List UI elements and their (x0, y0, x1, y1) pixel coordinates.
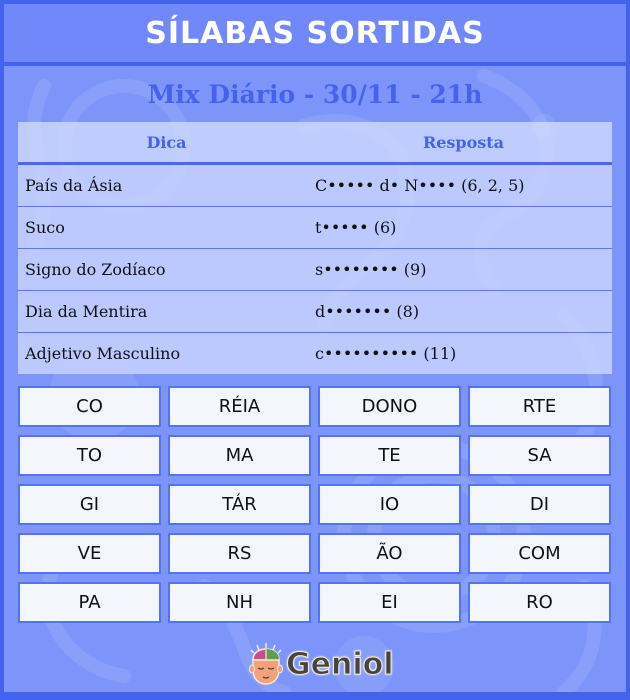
answer-cell: s•••••••• (9) (315, 260, 427, 279)
syllable-tile[interactable]: CO (18, 386, 161, 427)
game-panel: Mix Diário - 30/11 - 21h Dica Resposta P… (4, 66, 626, 692)
syllable-tile[interactable]: DONO (318, 386, 461, 427)
syllable-grid: CO RÉIA DONO RTE TO MA TE SA GI TÁR IO D… (18, 386, 612, 623)
syllable-tile[interactable]: RS (168, 533, 311, 574)
table-row: Signo do Zodíaco s•••••••• (9) (18, 249, 612, 291)
table-row: País da Ásia C••••• d• N•••• (6, 2, 5) (18, 165, 612, 207)
syllable-tile[interactable]: EI (318, 582, 461, 623)
logo-wordmark: Geniol (286, 646, 395, 682)
syllable-tile[interactable]: TÁR (168, 484, 311, 525)
syllable-tile[interactable]: NH (168, 582, 311, 623)
syllable-tile[interactable]: ÃO (318, 533, 461, 574)
syllable-tile[interactable]: GI (18, 484, 161, 525)
clue-table: Dica Resposta País da Ásia C••••• d• N••… (18, 122, 612, 374)
table-row: Dia da Mentira d••••••• (8) (18, 291, 612, 333)
answer-cell: C••••• d• N•••• (6, 2, 5) (315, 176, 525, 195)
syllable-tile[interactable]: RÉIA (168, 386, 311, 427)
table-row: Adjetivo Masculino c•••••••••• (11) (18, 333, 612, 374)
syllable-tile[interactable]: RO (468, 582, 611, 623)
title-bar: SÍLABAS SORTIDAS (4, 4, 626, 62)
clue-cell: País da Ásia (25, 176, 123, 195)
game-title: SÍLABAS SORTIDAS (145, 15, 485, 51)
clue-cell: Adjetivo Masculino (25, 344, 181, 363)
syllable-tile[interactable]: SA (468, 435, 611, 476)
syllable-tile[interactable]: MA (168, 435, 311, 476)
column-header-answer: Resposta (422, 132, 505, 152)
answer-cell: t••••• (6) (315, 218, 397, 237)
clue-cell: Dia da Mentira (25, 302, 148, 321)
brain-head-icon (249, 643, 283, 685)
syllable-tile[interactable]: VE (18, 533, 161, 574)
answer-cell: d••••••• (8) (315, 302, 420, 321)
clue-cell: Suco (25, 218, 65, 237)
clue-cell: Signo do Zodíaco (25, 260, 166, 279)
syllable-tile[interactable]: COM (468, 533, 611, 574)
syllable-tile[interactable]: RTE (468, 386, 611, 427)
syllable-tile[interactable]: TE (318, 435, 461, 476)
puzzle-subtitle: Mix Diário - 30/11 - 21h (147, 80, 483, 109)
geniol-logo: Geniol (248, 642, 394, 686)
syllable-tile[interactable]: TO (18, 435, 161, 476)
syllable-tile[interactable]: DI (468, 484, 611, 525)
syllable-tile[interactable]: PA (18, 582, 161, 623)
syllable-tile[interactable]: IO (318, 484, 461, 525)
table-row: Suco t••••• (6) (18, 207, 612, 249)
column-header-clue: Dica (146, 132, 187, 152)
table-header: Dica Resposta (18, 122, 612, 165)
answer-cell: c•••••••••• (11) (315, 344, 457, 363)
